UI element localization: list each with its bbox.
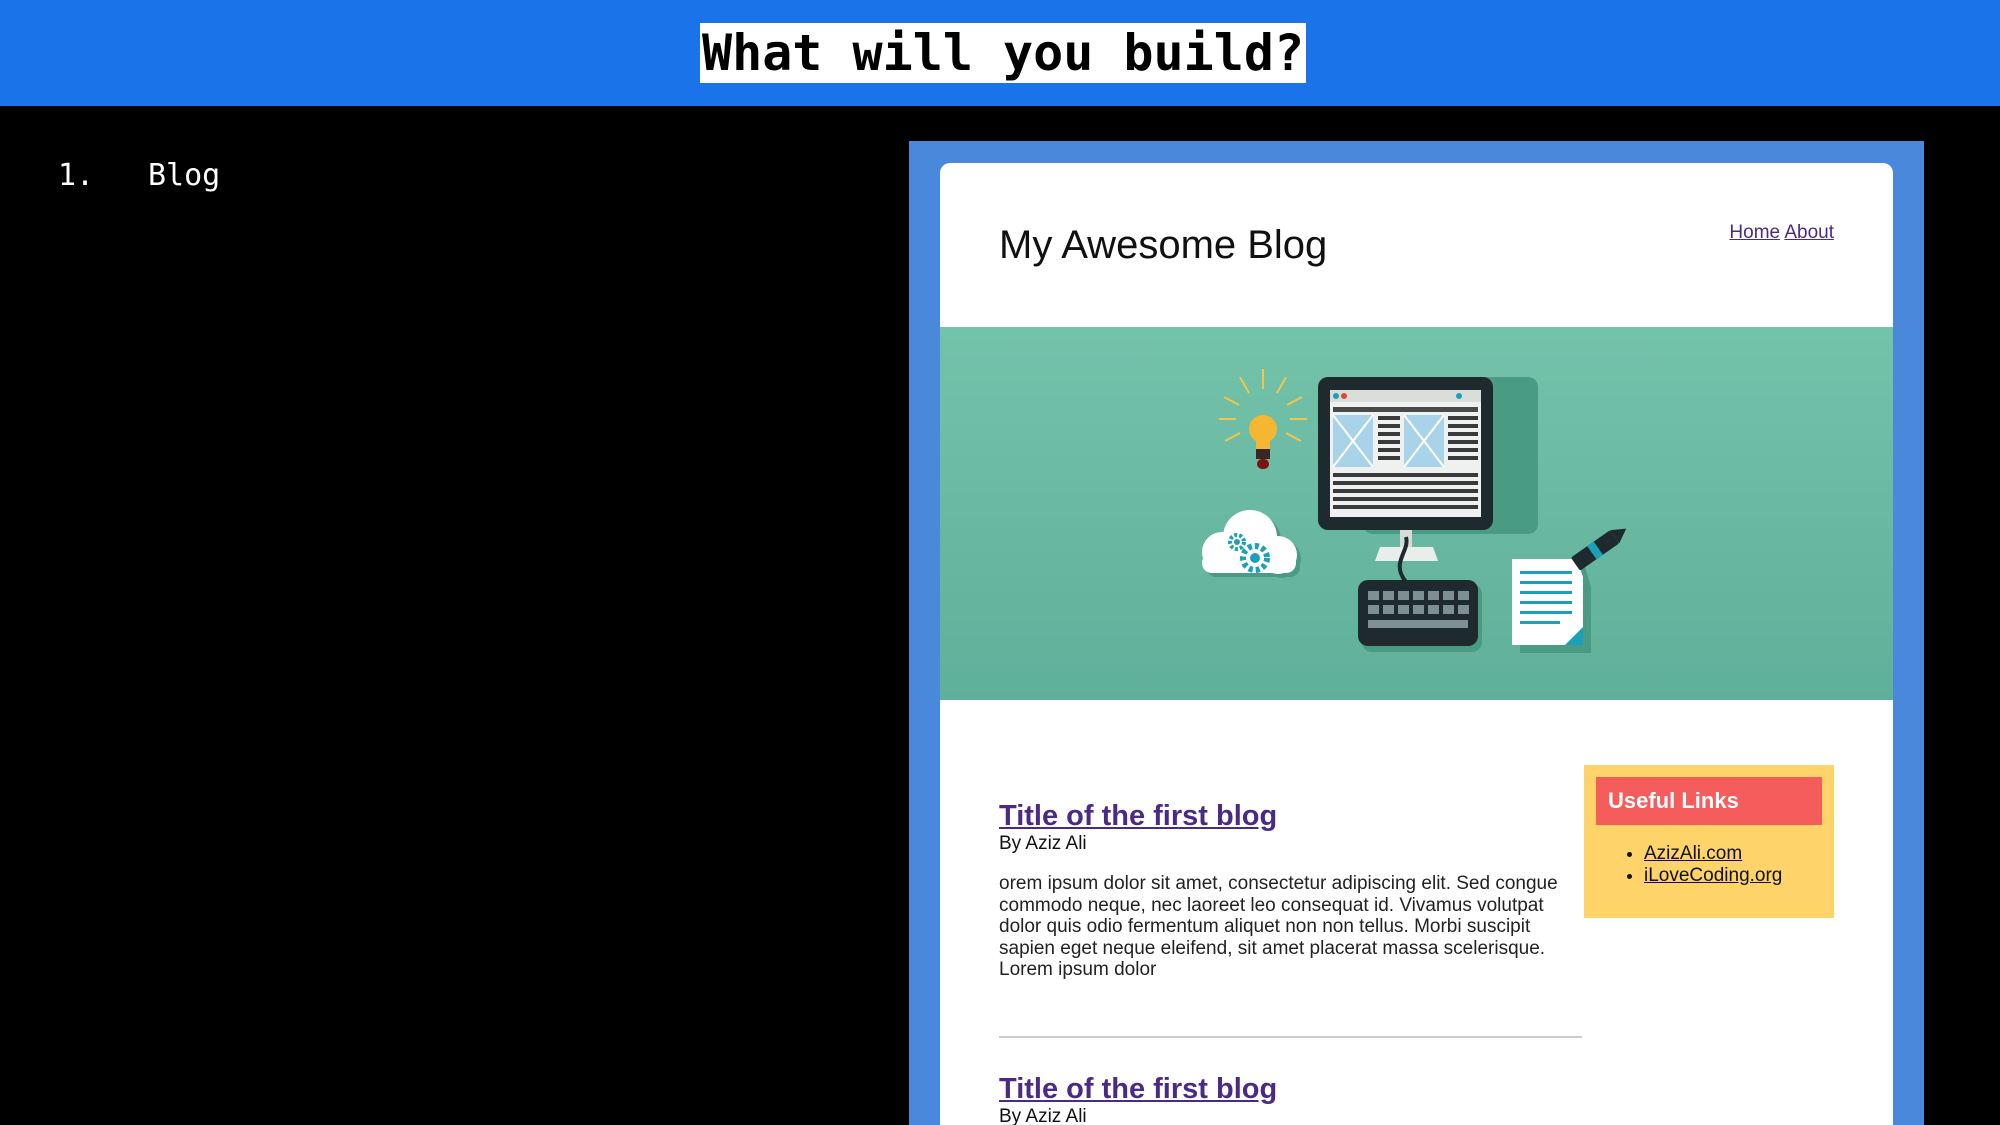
post-title-link[interactable]: Title of the first blog [999, 1072, 1584, 1106]
blog-post: Title of the first blog By Aziz Ali [999, 1072, 1584, 1125]
outline-list: 1. Blog [58, 158, 220, 194]
post-body: orem ipsum dolor sit amet, consectetur a… [999, 873, 1558, 980]
hero-image [940, 327, 1893, 700]
document-icon [1512, 559, 1591, 653]
pen-icon [1571, 528, 1627, 570]
post-author: By Aziz Ali [999, 833, 1087, 854]
blog-nav: Home About [1729, 222, 1834, 244]
blog-preview-frame: My Awesome Blog Home About Title of the … [909, 141, 1924, 1125]
outline-item-label: Blog [148, 158, 221, 193]
sidebar-link-list: AzizAli.com iLoveCoding.org [1644, 843, 1782, 887]
nav-link-about[interactable]: About [1784, 222, 1834, 243]
monitor-icon [1318, 377, 1538, 584]
outline-item-number: 1. [58, 158, 95, 193]
list-item: AzizAli.com [1644, 843, 1782, 865]
banner-title: What will you build? [700, 23, 1307, 83]
top-banner: What will you build? [0, 0, 2000, 106]
sidebar-heading: Useful Links [1596, 777, 1822, 825]
keyboard-icon [1358, 580, 1482, 652]
cloud-gear-icon [1202, 510, 1301, 578]
list-item: iLoveCoding.org [1644, 865, 1782, 887]
nav-link-home[interactable]: Home [1729, 222, 1780, 243]
post-author: By Aziz Ali [999, 1106, 1087, 1125]
post-title-link[interactable]: Title of the first blog [999, 799, 1584, 833]
blog-page: My Awesome Blog Home About Title of the … [940, 163, 1893, 1125]
sidebar-link-ilovecoding[interactable]: iLoveCoding.org [1644, 865, 1782, 886]
blog-title: My Awesome Blog [999, 223, 1328, 267]
post-divider [999, 1036, 1582, 1038]
useful-links-sidebar: Useful Links AzizAli.com iLoveCoding.org [1584, 765, 1834, 918]
lightbulb-icon [1219, 369, 1307, 469]
outline-item: 1. Blog [58, 158, 220, 194]
sidebar-link-azizali[interactable]: AzizAli.com [1644, 843, 1742, 864]
blog-post: Title of the first blog By Aziz Ali orem… [999, 799, 1584, 981]
